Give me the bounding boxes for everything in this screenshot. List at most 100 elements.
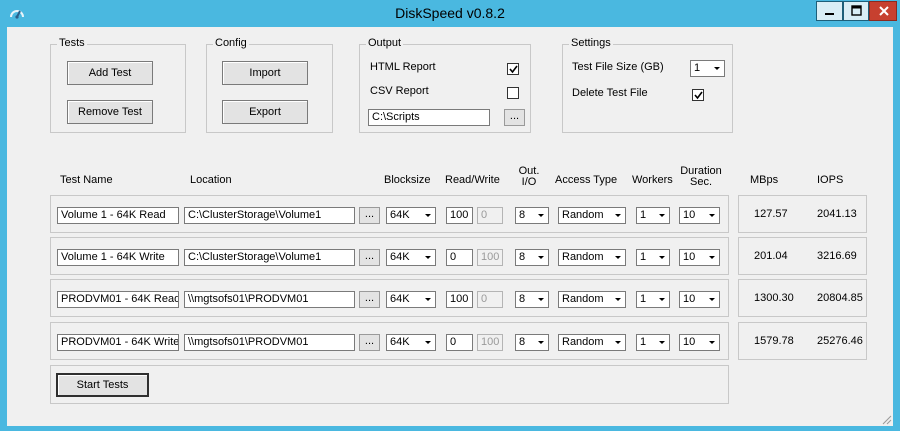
location-input[interactable]: C:\ClusterStorage\Volume1 (184, 207, 355, 224)
read-percent-input[interactable]: 100 (446, 207, 473, 224)
html-report-checkbox[interactable] (507, 63, 519, 75)
close-button[interactable] (869, 1, 897, 21)
blocksize-select[interactable]: 64K (386, 291, 436, 308)
duration-select[interactable]: 10 (679, 334, 720, 351)
title-bar[interactable]: DiskSpeed v0.8.2 (0, 0, 900, 26)
blocksize-select[interactable]: 64K (386, 249, 436, 266)
test-file-size-select[interactable]: 1 (690, 60, 725, 77)
output-group-title: Output (366, 37, 404, 49)
location-browse-button[interactable]: ... (359, 249, 380, 266)
location-input[interactable]: C:\ClusterStorage\Volume1 (184, 249, 355, 266)
header-mbps: MBps (750, 174, 779, 186)
csv-report-checkbox[interactable] (507, 87, 519, 99)
checkmark-icon (509, 65, 518, 74)
access-type-value: Random (562, 251, 604, 263)
outstanding-io-select[interactable]: 8 (515, 249, 549, 266)
duration-value: 10 (683, 336, 696, 348)
blocksize-select[interactable]: 64K (386, 334, 436, 351)
app-window: DiskSpeed v0.8.2 Tests Add Test Remove T… (0, 0, 900, 431)
workers-select[interactable]: 1 (636, 334, 670, 351)
settings-group: Settings Test File Size (GB) 1 Delete Te… (562, 37, 733, 133)
mbps-value: 1300.30 (754, 292, 794, 304)
duration-select[interactable]: 10 (679, 249, 720, 266)
export-button[interactable]: Export (222, 100, 308, 124)
chevron-down-icon (709, 298, 715, 301)
duration-select[interactable]: 10 (679, 207, 720, 224)
iops-value: 3216.69 (817, 250, 857, 262)
test-name-input[interactable]: PRODVM01 - 64K Read (57, 291, 179, 308)
outstanding-io-select[interactable]: 8 (515, 291, 549, 308)
minimize-icon (825, 13, 834, 15)
write-percent-input: 100 (477, 249, 503, 266)
workers-select[interactable]: 1 (636, 291, 670, 308)
duration-value: 10 (683, 209, 696, 221)
output-browse-button[interactable]: ... (504, 109, 525, 126)
location-browse-button[interactable]: ... (359, 291, 380, 308)
duration-select[interactable]: 10 (679, 291, 720, 308)
chevron-down-icon (538, 341, 544, 344)
chevron-down-icon (425, 298, 431, 301)
test-name-input[interactable]: Volume 1 - 64K Write (57, 249, 179, 266)
location-input[interactable]: \\mgtsofs01\PRODVM01 (184, 291, 355, 308)
blocksize-select[interactable]: 64K (386, 207, 436, 224)
chevron-down-icon (659, 214, 665, 217)
access-type-select[interactable]: Random (558, 291, 626, 308)
minimize-button[interactable] (816, 1, 843, 21)
chevron-down-icon (615, 214, 621, 217)
header-access-type: Access Type (555, 174, 618, 186)
settings-group-title: Settings (569, 37, 613, 49)
location-browse-button[interactable]: ... (359, 207, 380, 224)
workers-value: 1 (640, 293, 647, 305)
write-percent-input: 0 (477, 291, 503, 308)
close-icon (879, 6, 889, 16)
add-test-button[interactable]: Add Test (67, 61, 153, 85)
test-name-input[interactable]: Volume 1 - 64K Read (57, 207, 179, 224)
access-type-select[interactable]: Random (558, 207, 626, 224)
workers-select[interactable]: 1 (636, 249, 670, 266)
start-panel: Start Tests (50, 365, 729, 404)
read-percent-input[interactable]: 0 (446, 334, 473, 351)
mbps-value: 1579.78 (754, 335, 794, 347)
chevron-down-icon (538, 256, 544, 259)
header-location: Location (190, 174, 232, 186)
blocksize-value: 64K (390, 209, 410, 221)
maximize-icon (851, 5, 862, 16)
tests-group: Tests Add Test Remove Test (50, 37, 186, 133)
test-file-size-value: 1 (694, 62, 701, 74)
read-percent-input[interactable]: 0 (446, 249, 473, 266)
chevron-down-icon (709, 256, 715, 259)
result-panel: 1579.78 25276.46 (738, 322, 867, 360)
header-duration-line2: Sec. (689, 176, 712, 188)
chevron-down-icon (709, 341, 715, 344)
start-tests-button[interactable]: Start Tests (56, 373, 149, 397)
header-duration: Duration Sec. (677, 166, 725, 188)
delete-test-file-checkbox[interactable] (692, 89, 704, 101)
test-name-input[interactable]: PRODVM01 - 64K Write (57, 334, 179, 351)
remove-test-button[interactable]: Remove Test (67, 100, 153, 124)
read-percent-input[interactable]: 100 (446, 291, 473, 308)
chevron-down-icon (714, 67, 720, 70)
access-type-select[interactable]: Random (558, 334, 626, 351)
chevron-down-icon (425, 214, 431, 217)
location-input[interactable]: \\mgtsofs01\PRODVM01 (184, 334, 355, 351)
output-path-input[interactable]: C:\Scripts (368, 109, 490, 126)
outstanding-io-select[interactable]: 8 (515, 334, 549, 351)
import-button[interactable]: Import (222, 61, 308, 85)
csv-report-label: CSV Report (370, 85, 429, 97)
location-browse-button[interactable]: ... (359, 334, 380, 351)
config-group: Config Import Export (206, 37, 333, 133)
chevron-down-icon (615, 341, 621, 344)
iops-value: 25276.46 (817, 335, 863, 347)
chevron-down-icon (538, 214, 544, 217)
outstanding-io-select[interactable]: 8 (515, 207, 549, 224)
chevron-down-icon (538, 298, 544, 301)
header-outstanding-io: Out. I/O (513, 166, 545, 188)
mbps-value: 127.57 (754, 208, 788, 220)
access-type-value: Random (562, 209, 604, 221)
write-percent-input: 0 (477, 207, 503, 224)
workers-select[interactable]: 1 (636, 207, 670, 224)
access-type-select[interactable]: Random (558, 249, 626, 266)
maximize-button[interactable] (843, 1, 869, 21)
resize-grip-icon[interactable] (880, 413, 892, 425)
duration-value: 10 (683, 293, 696, 305)
